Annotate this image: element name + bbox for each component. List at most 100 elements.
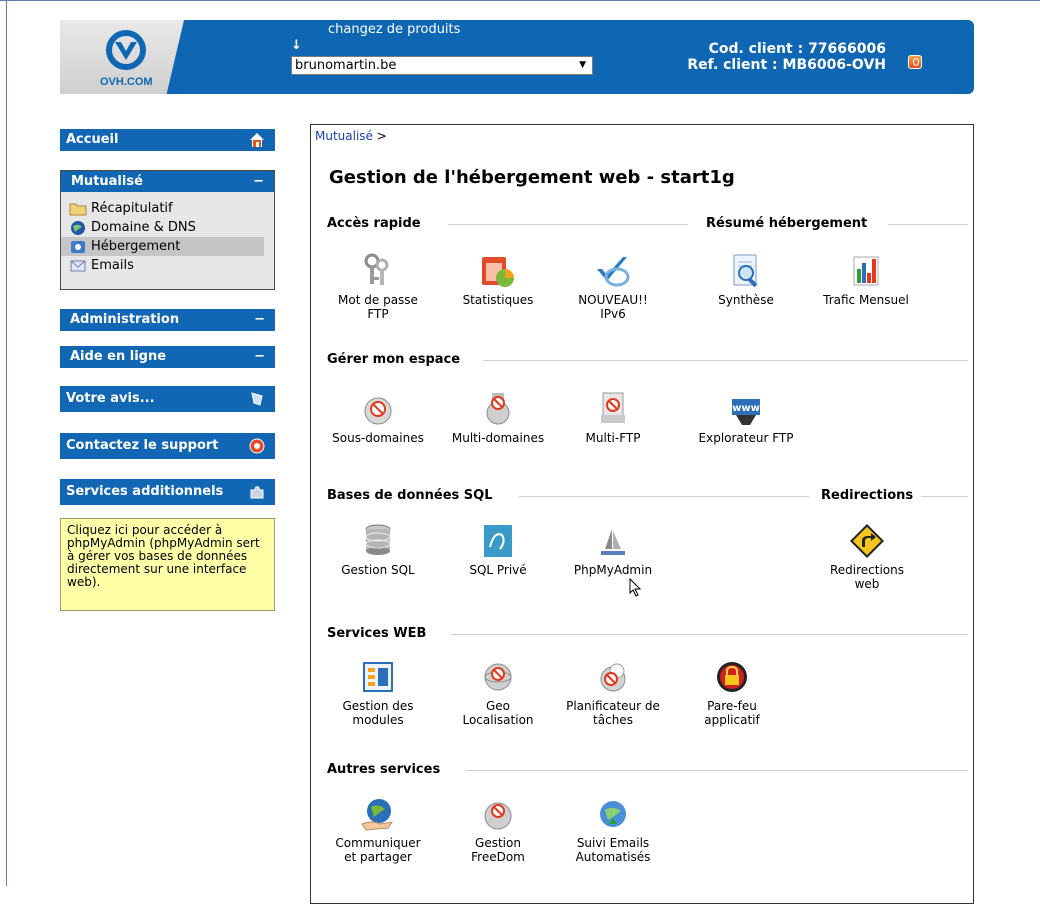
sidebar-item-label: Mutualisé [71, 174, 143, 189]
tile-trafic[interactable]: Trafic Mensuel [818, 251, 914, 307]
tile-phpmyadmin[interactable]: PhpMyAdmin [565, 521, 661, 577]
tile-label: Redirections web [829, 563, 905, 591]
section-divider [466, 770, 968, 771]
collapse-icon: − [253, 174, 264, 189]
client-info: Cod. client : 77666006 Ref. client : MB6… [676, 41, 886, 73]
tile-explorateur-ftp[interactable]: www Explorateur FTP [698, 389, 794, 445]
client-code: Cod. client : 77666006 [708, 41, 886, 57]
sidebar-header-mutualise[interactable]: Mutualisé − [61, 171, 274, 192]
sidebar-item-label: Contactez le support [66, 438, 219, 453]
section-title-gerer: Gérer mon espace [327, 352, 461, 367]
tile-multi-domaines[interactable]: Multi-domaines [450, 389, 546, 445]
collapse-icon: − [254, 312, 265, 327]
breadcrumb-separator: > [376, 129, 387, 143]
header-banner: OVH.COM changez de produits ↓ brunomarti… [60, 20, 974, 94]
logo-text: OVH.COM [100, 76, 153, 88]
ipv6-icon [593, 251, 633, 291]
sidebar-item-services[interactable]: Services additionnels [60, 479, 275, 505]
sidebar-item-domaine-dns[interactable]: Domaine & DNS [61, 218, 264, 237]
tile-label: NOUVEAU!! IPv6 [578, 293, 648, 321]
tile-label: Gestion SQL [341, 563, 415, 577]
chevron-down-icon: ▼ [579, 60, 586, 70]
tile-sous-domaines[interactable]: Sous-domaines [330, 389, 426, 445]
client-ref: Ref. client : MB6006-OVH [687, 57, 886, 73]
tile-label: PhpMyAdmin [573, 563, 653, 577]
folder-icon [69, 203, 87, 215]
feedback-icon [249, 386, 265, 412]
firewall-lock-icon [712, 657, 752, 697]
tile-suivi-emails[interactable]: Suivi Emails Automatisés [565, 794, 661, 864]
tile-communiquer[interactable]: Communiquer et partager [330, 794, 426, 864]
sidebar-item-label: Votre avis... [66, 391, 155, 406]
email-icon [70, 260, 86, 271]
sidebar-item-emails[interactable]: Emails [61, 256, 264, 275]
tile-pare-feu[interactable]: Pare-feu applicatif [684, 657, 780, 727]
section-divider [519, 496, 809, 497]
database-icon [358, 521, 398, 561]
section-divider [921, 496, 968, 497]
window-frame-top [0, 0, 1040, 1]
globe-icon [71, 220, 85, 235]
phpmyadmin-icon [593, 521, 633, 561]
support-icon [249, 433, 265, 459]
logout-icon[interactable] [908, 55, 922, 69]
sidebar-item-support[interactable]: Contactez le support [60, 433, 275, 459]
tile-gestion-sql[interactable]: Gestion SQL [330, 521, 426, 577]
statistics-icon [478, 251, 518, 291]
section-title-acces-rapide: Accès rapide [327, 216, 421, 231]
sidebar-item-label: Administration [70, 312, 180, 327]
sidebar-sublist: Récapitulatif Domaine & DNS Hébergement … [61, 192, 274, 275]
keys-icon [358, 251, 398, 291]
sidebar-item-hebergement[interactable]: Hébergement [61, 237, 264, 256]
tile-gestion-modules[interactable]: Gestion des modules [330, 657, 426, 727]
tile-label: Geo Localisation [462, 699, 534, 727]
tile-label: Multi-domaines [451, 431, 545, 445]
globe-hand-icon [358, 794, 398, 834]
tile-label: Explorateur FTP [698, 431, 794, 445]
section-divider [448, 224, 688, 225]
section-title-redirections: Redirections [821, 488, 914, 503]
www-label: www [732, 403, 760, 414]
tile-synthese[interactable]: Synthèse [698, 251, 794, 307]
phpmyadmin-tooltip: Cliquez ici pour accéder à phpMyAdmin (p… [60, 518, 275, 611]
tile-label: SQL Privé [469, 563, 527, 577]
section-divider [483, 360, 968, 361]
www-icon: www [726, 389, 766, 429]
tile-redirections-web[interactable]: Redirections web [819, 521, 915, 591]
email-tracking-icon [593, 794, 633, 834]
tile-multi-ftp[interactable]: Multi-FTP [565, 389, 661, 445]
tile-planificateur[interactable]: Planificateur de tâches [565, 657, 661, 727]
tile-label: Mot de passe FTP [338, 293, 418, 321]
sidebar-item-avis[interactable]: Votre avis... [60, 386, 275, 412]
tile-label: Communiquer et partager [335, 836, 421, 864]
modules-icon [358, 657, 398, 697]
main-panel: Mutualisé > Gestion de l'hébergement web… [310, 124, 974, 904]
sidebar-item-administration[interactable]: Administration − [60, 309, 275, 331]
sidebar-item-recapitulatif[interactable]: Récapitulatif [61, 199, 264, 218]
breadcrumb-link-mutualise[interactable]: Mutualisé [315, 129, 373, 143]
sidebar-item-label: Emails [91, 258, 134, 273]
sidebar-item-label: Domaine & DNS [91, 220, 196, 235]
domain-select[interactable]: brunomartin.be ▼ [291, 56, 593, 75]
tile-label: Gestion des modules [342, 699, 414, 727]
bar-chart-icon [846, 251, 886, 291]
tile-label: Suivi Emails Automatisés [575, 836, 651, 864]
logo-area[interactable]: OVH.COM [60, 20, 184, 94]
mysql-icon [478, 521, 518, 561]
multi-ftp-icon [593, 389, 633, 429]
tile-sql-prive[interactable]: SQL Privé [450, 521, 546, 577]
tile-freedom[interactable]: Gestion FreeDom [450, 794, 546, 864]
sidebar-item-label: Récapitulatif [91, 201, 173, 216]
sidebar-item-label: Accueil [66, 132, 119, 147]
tile-label: Statistiques [462, 293, 534, 307]
sidebar-item-aide[interactable]: Aide en ligne − [60, 346, 275, 368]
collapse-icon: − [254, 349, 265, 364]
sidebar-item-accueil[interactable]: Accueil [60, 129, 275, 151]
tile-mdp-ftp[interactable]: Mot de passe FTP [330, 251, 426, 321]
tile-statistiques[interactable]: Statistiques [450, 251, 546, 307]
window-frame-left [6, 0, 7, 886]
tile-ipv6[interactable]: NOUVEAU!! IPv6 [565, 251, 661, 321]
scheduler-icon [593, 657, 633, 697]
tile-geo-localisation[interactable]: Geo Localisation [450, 657, 546, 727]
tile-label: Trafic Mensuel [823, 293, 909, 307]
